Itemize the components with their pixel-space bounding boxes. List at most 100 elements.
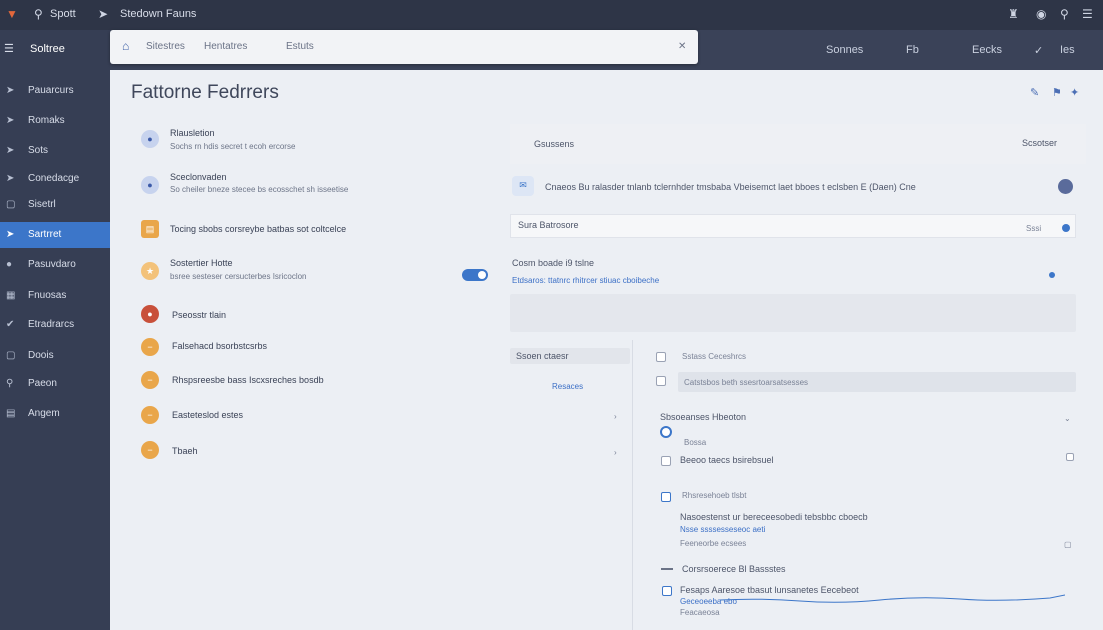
chevron-right-icon[interactable]: › <box>614 412 617 421</box>
tab-scsotser[interactable]: Scsotser <box>1022 138 1057 148</box>
info-circle-icon[interactable] <box>1058 179 1073 194</box>
checkbox[interactable] <box>656 376 666 386</box>
arrow-icon: ➤ <box>6 85 15 96</box>
sidebar-item-label: Fnuosas <box>28 290 67 301</box>
sidebar-item-sisetrl[interactable]: ▢ Sisetrl <box>0 192 110 218</box>
arrow-icon: ➤ <box>6 115 15 126</box>
header-link-eecks[interactable]: Eecks <box>972 44 1002 56</box>
rp-group2-line1: Nasoestenst ur bereceesobedi tebsbbc cbo… <box>680 512 868 522</box>
list-item-title[interactable]: Sostertier Hotte <box>170 258 233 268</box>
sidebar-item-romaks[interactable]: ➤ Romaks <box>0 108 110 134</box>
search-crumb-2[interactable]: Estuts <box>286 41 314 52</box>
mail-icon: ✉ <box>512 176 534 196</box>
checkbox[interactable] <box>656 352 666 362</box>
sidebar-item-label: Doois <box>28 350 54 361</box>
list-item-desc: bsree sesteser cersucterbes Isricoclon <box>170 272 307 281</box>
sidebar-menu-icon[interactable]: ☰ <box>4 42 14 55</box>
header-link-sonnes[interactable]: Sonnes <box>826 44 863 56</box>
settings-icon[interactable]: ✦ <box>1070 86 1079 99</box>
sidebar-item-angem[interactable]: ▤ Angem <box>0 401 110 427</box>
menu-icon[interactable]: ☰ <box>1082 7 1093 21</box>
sparkline-path <box>720 594 1065 603</box>
rp-radio-title: Sbsoeanses Hbeoton <box>660 412 747 422</box>
clear-icon[interactable]: ✕ <box>678 41 686 52</box>
checkbox[interactable] <box>1066 453 1074 461</box>
field-button[interactable]: Sssi <box>1026 224 1041 233</box>
avatar: ● <box>141 130 159 148</box>
circle-icon: − <box>141 441 159 459</box>
search-icon[interactable]: ⚲ <box>34 7 43 21</box>
rp-group2-title: Rhsresehoeb tlsbt <box>682 491 747 500</box>
feature-toggle[interactable] <box>462 269 488 281</box>
sidebar-item-conedacge[interactable]: ➤ Conedacge <box>0 166 110 192</box>
folder-icon: ▤ <box>6 408 16 419</box>
sparkline <box>720 594 1065 603</box>
right-panel-header <box>510 124 1086 164</box>
rp-group2-line2[interactable]: Nsse ssssesseseoc aeti <box>680 525 765 534</box>
circle-icon: − <box>141 371 159 389</box>
checkbox[interactable] <box>661 456 671 466</box>
status-dot <box>1062 224 1070 232</box>
checkbox[interactable] <box>662 586 672 596</box>
list-item-title[interactable]: Pseosstr tlain <box>172 310 226 320</box>
list-item-title[interactable]: Falsehacd bsorbstcsrbs <box>172 341 267 351</box>
rp-header: Sstass Ceceshrcs <box>682 352 747 361</box>
search-bar[interactable]: ⌂ Sitestres Hentatres Estuts ✕ <box>110 30 698 64</box>
sidebar-item-pauarcurs[interactable]: ➤ Pauarcurs <box>0 78 110 104</box>
sidebar-item-pasuvdaro[interactable]: ● Pasuvdaro <box>0 252 110 278</box>
search-icon[interactable]: ⚲ <box>1060 7 1069 21</box>
list-item-title[interactable]: Sceclonvaden <box>170 172 227 182</box>
list-item-title[interactable]: Tocing sbobs corsreybe batbas sot coltce… <box>170 224 346 234</box>
list-item-title[interactable]: Rhspsreesbe bass Iscxsreches bosdb <box>172 375 324 385</box>
window-title: Stedown Fauns <box>120 8 197 20</box>
list-item-title[interactable]: Tbaeh <box>172 446 198 456</box>
header-link-fb[interactable]: Fb <box>906 44 919 56</box>
pane-link[interactable]: Resaces <box>552 382 583 391</box>
edit-icon[interactable]: ⚑ <box>1052 86 1062 99</box>
star-icon: ★ <box>141 262 159 280</box>
sidebar-item-sartrret[interactable]: ➤ Sartrret <box>0 222 110 248</box>
search-crumb-1[interactable]: Hentatres <box>204 41 247 52</box>
chevron-icon[interactable]: ✓ <box>1034 44 1043 57</box>
tool-icon: ✔ <box>6 319 15 330</box>
sidebar-item-doois[interactable]: ▢ Doois <box>0 343 110 369</box>
circle-icon: − <box>141 406 159 424</box>
box-icon: ▢ <box>6 350 16 361</box>
sidebar-item-paeon[interactable]: ⚲ Paeon <box>0 371 110 397</box>
rp-radio-option[interactable]: Bossa <box>684 438 706 447</box>
radio-button[interactable] <box>660 426 672 438</box>
rp-group2-line3: Feeneorbe ecsees <box>680 539 747 548</box>
sidebar-title: Soltree <box>30 43 65 55</box>
sidebar-item-fnuosas[interactable]: ▦ Fnuosas <box>0 283 110 309</box>
status-dot <box>1049 272 1055 278</box>
list-item-title[interactable]: Rlausletion <box>170 128 215 138</box>
sidebar-item-sots[interactable]: ➤ Sots <box>0 138 110 164</box>
pin-icon[interactable]: ♜ <box>1008 7 1019 21</box>
home-icon[interactable]: ⌂ <box>122 39 129 53</box>
trash-icon[interactable]: ▢ <box>1064 540 1072 549</box>
arrow-icon[interactable]: ➤ <box>98 7 108 21</box>
divider <box>632 340 633 630</box>
wifi-icon[interactable]: ◉ <box>1036 7 1046 21</box>
search-crumb-root[interactable]: Sitestres <box>146 41 185 52</box>
sidebar-item-label: Paeon <box>28 378 57 389</box>
box-icon: ▢ <box>6 199 16 210</box>
checkbox[interactable] <box>661 492 671 502</box>
sidebar-item-label: Conedacge <box>28 173 80 184</box>
list-item-desc: So cheiler bneze stecee bs ecosschet sh … <box>170 185 349 194</box>
sidebar-item-etradrarcs[interactable]: ✔ Etradrarcs <box>0 312 110 338</box>
app-logo-icon: ▼ <box>6 7 18 21</box>
list-item-desc: Sochs rn hdis secret t ecoh ercorse <box>170 142 296 151</box>
text-area[interactable] <box>510 294 1076 332</box>
list-item-title[interactable]: Easteteslod estes <box>172 410 243 420</box>
share-icon[interactable]: ✎ <box>1030 86 1039 99</box>
header-link-ies[interactable]: Ies <box>1060 44 1075 56</box>
sidebar-item-label: Sartrret <box>28 229 62 240</box>
rp-check-label: Beeoo taecs bsirebsuel <box>680 455 774 465</box>
search-icon: ⚲ <box>6 378 14 389</box>
tab-gsussens[interactable]: Gsussens <box>534 139 574 149</box>
chevron-right-icon[interactable]: › <box>614 448 617 457</box>
chevron-down-icon[interactable]: ⌄ <box>1064 414 1071 423</box>
section-desc: Etdsaros: ttatnrc rhitrcer stiuac cboibe… <box>512 276 660 285</box>
field-label: Sura Batrosore <box>518 220 579 230</box>
